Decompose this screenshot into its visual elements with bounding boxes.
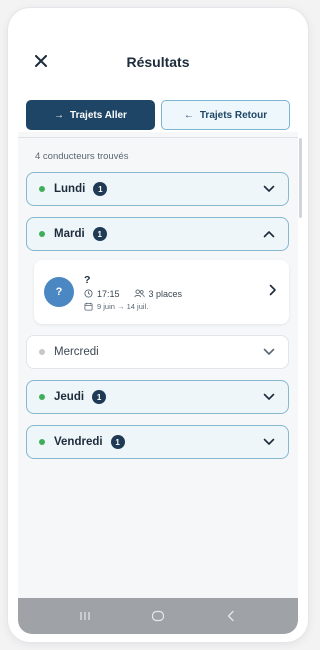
phone-frame: Résultats → Trajets Aller ← Trajets Reto… — [8, 8, 308, 642]
chevron-down-icon — [262, 345, 276, 359]
page-title: Résultats — [126, 54, 190, 70]
driver-name: ? — [84, 273, 91, 286]
availability-dot — [39, 186, 45, 192]
day-label: Mercredi — [54, 346, 99, 358]
chevron-down-icon — [262, 390, 276, 404]
trip-card[interactable]: ? ? 17:15 3 places 9 juin → 14 juil. — [34, 260, 289, 324]
recent-apps-button[interactable] — [73, 606, 97, 626]
availability-dot — [39, 231, 45, 237]
trip-info: ? 17:15 3 places 9 juin → 14 juil. — [84, 274, 182, 311]
arrow-left-icon: ← — [183, 109, 194, 121]
day-row-jeudi[interactable]: Jeudi 1 — [26, 380, 289, 414]
count-badge: 1 — [92, 227, 107, 241]
system-nav-bar — [18, 598, 298, 634]
trip-dates: 9 juin → 14 juil. — [97, 301, 149, 311]
day-label: Jeudi — [54, 391, 85, 403]
close-button[interactable] — [30, 50, 52, 72]
divider — [18, 137, 298, 138]
avatar: ? — [44, 277, 74, 307]
day-label: Vendredi — [54, 436, 103, 448]
day-label: Mardi — [54, 228, 85, 240]
scrollbar[interactable] — [299, 138, 302, 218]
status-bar — [18, 16, 298, 38]
count-badge: 1 — [93, 182, 108, 196]
tab-trajets-aller-label: Trajets Aller — [70, 109, 127, 121]
chevron-down-icon — [262, 182, 276, 196]
trip-time: 17:15 — [97, 288, 120, 299]
calendar-icon — [84, 302, 93, 311]
day-row-mardi[interactable]: Mardi 1 — [26, 217, 289, 251]
close-icon — [35, 55, 47, 67]
home-icon — [151, 610, 165, 622]
chevron-up-icon — [262, 227, 276, 241]
tab-trajets-retour-label: Trajets Retour — [199, 109, 268, 121]
availability-dot — [39, 439, 45, 445]
trip-dates-row: 9 juin → 14 juil. — [84, 302, 182, 311]
direction-toggle: → Trajets Aller ← Trajets Retour — [18, 86, 298, 132]
back-button[interactable] — [219, 606, 243, 626]
screen: Résultats → Trajets Aller ← Trajets Reto… — [18, 38, 302, 606]
home-button[interactable] — [146, 606, 170, 626]
availability-dot — [39, 394, 45, 400]
arrow-right-icon: → — [54, 109, 65, 121]
day-label: Lundi — [54, 183, 86, 195]
count-badge: 1 — [110, 435, 125, 449]
trip-places: 3 places — [148, 288, 183, 299]
trip-meta: 17:15 3 places — [84, 289, 182, 299]
day-row-lundi[interactable]: Lundi 1 — [26, 172, 289, 206]
chevron-right-icon — [269, 283, 277, 301]
chevron-down-icon — [262, 435, 276, 449]
availability-dot — [39, 349, 45, 355]
clock-icon — [84, 289, 93, 298]
users-icon — [133, 289, 145, 298]
back-icon — [228, 610, 234, 622]
count-badge: 1 — [92, 390, 107, 404]
tab-trajets-aller[interactable]: → Trajets Aller — [26, 100, 155, 130]
day-row-mercredi[interactable]: Mercredi — [26, 335, 289, 369]
tab-trajets-retour[interactable]: ← Trajets Retour — [161, 100, 290, 130]
results-count: 4 conducteurs trouvés — [35, 151, 129, 162]
top-bar: Résultats — [18, 38, 298, 86]
day-row-vendredi[interactable]: Vendredi 1 — [26, 425, 289, 459]
recent-apps-icon — [80, 612, 90, 620]
